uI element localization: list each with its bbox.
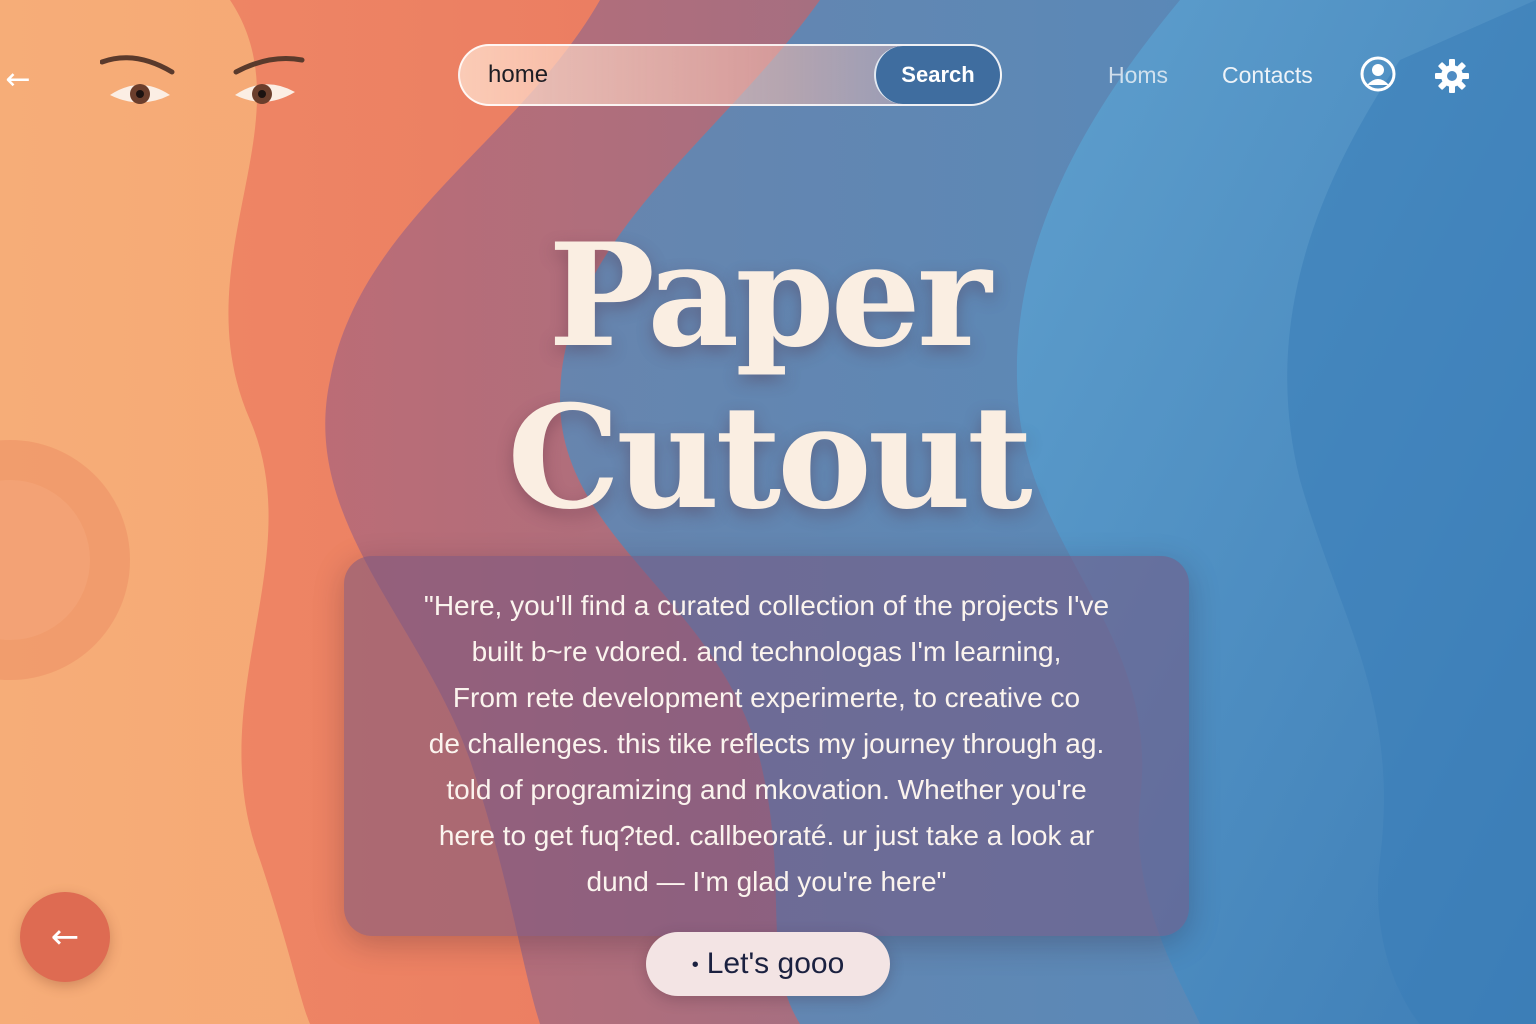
quote-line: "Here, you'll find a curated collection …	[423, 590, 1110, 621]
user-circle-icon[interactable]	[1359, 55, 1397, 93]
back-arrow-button[interactable]: ←	[20, 892, 110, 982]
eyes-illustration	[100, 55, 305, 104]
quote-line: here to get fuq?ted. callbeoraté. ur jus…	[438, 820, 1095, 851]
back-arrow-icon[interactable]: ←	[0, 62, 36, 98]
hero-title-line-2: Cutout	[507, 375, 1032, 541]
lets-go-label: Let's gooo	[706, 947, 845, 980]
search-button[interactable]: Search	[874, 46, 1000, 104]
quote-line: de challenges. this tike reflects my jou…	[428, 728, 1105, 759]
nav-link-home[interactable]: Homs	[1108, 60, 1168, 90]
arrow-left-icon: ←	[50, 917, 80, 957]
gear-icon[interactable]	[1434, 58, 1470, 94]
lets-go-button[interactable]: • Let's gooo	[646, 932, 890, 996]
search-bar: Search	[458, 44, 1002, 106]
hero-title-line-1: Paper	[548, 213, 991, 379]
bullet-dot-icon: •	[691, 953, 699, 976]
quote-line: built b~re vdored. and technologas I'm l…	[471, 636, 1062, 667]
search-input[interactable]	[460, 46, 876, 104]
hero-title: Paper Cutout	[368, 215, 1168, 539]
quote-text: "Here, you'll find a curated collection …	[374, 583, 1159, 905]
quote-line: dund — I'm glad you're here"	[586, 866, 947, 897]
quote-line: told of programizing and mkovation. Whet…	[446, 774, 1087, 805]
quote-line: From rete development experimerte, to cr…	[452, 682, 1081, 713]
nav-link-contacts[interactable]: Contacts	[1222, 60, 1313, 90]
